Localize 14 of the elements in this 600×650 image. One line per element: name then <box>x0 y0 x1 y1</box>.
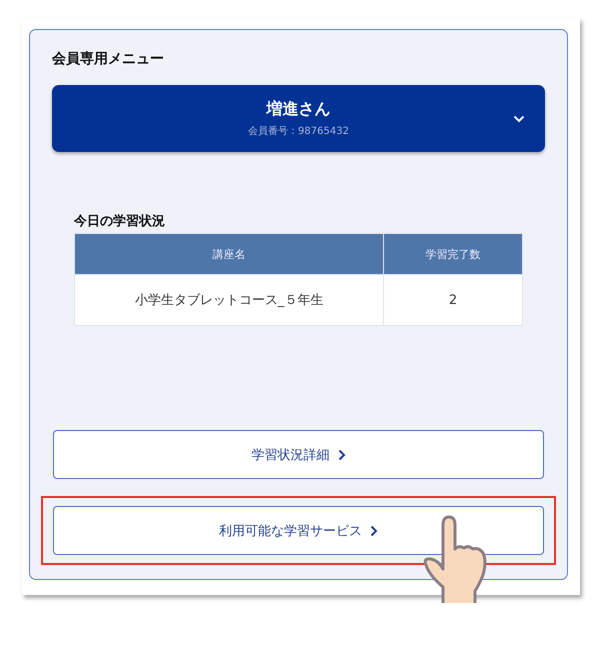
member-name: 増進さん <box>266 99 330 120</box>
table-cell: 小学生タブレットコース_５年生 <box>74 274 384 326</box>
chevron-right-icon <box>370 524 378 536</box>
menu-title: 会員専用メニュー <box>52 50 165 68</box>
link-button[interactable]: 利用可能な学習サービス <box>53 506 544 555</box>
column-header: 学習完了数 <box>384 234 522 274</box>
chevron-right-icon <box>338 448 346 460</box>
member-number: 会員番号：98765432 <box>248 124 349 138</box>
column-header: 講座名 <box>74 234 384 274</box>
member-bar[interactable]: 増進さん 会員番号：98765432 <box>52 85 545 152</box>
link-button[interactable]: 学習状況詳細 <box>53 430 544 479</box>
table-cell: 2 <box>384 274 522 326</box>
status-heading: 今日の学習状況 <box>74 213 166 230</box>
chevron-down-icon <box>513 115 525 123</box>
